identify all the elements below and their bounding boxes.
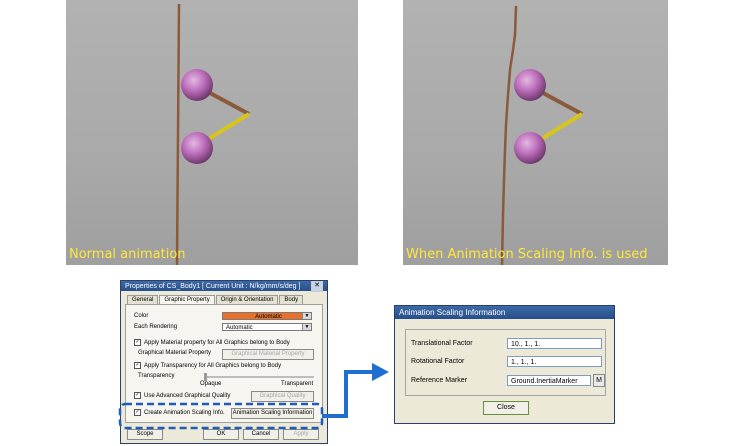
apply-material-row[interactable]: ✓ Apply Material property for All Graphi… bbox=[134, 339, 290, 346]
apply-material-label: Apply Material property for All Graphics… bbox=[144, 339, 290, 346]
apply-transparency-label: Apply Transparency for All Graphics belo… bbox=[144, 362, 282, 369]
create-scaling-checkbox[interactable]: ✓ bbox=[134, 409, 141, 416]
animation-scaling-dialog: Animation Scaling Information Translatio… bbox=[394, 305, 615, 424]
scaling-dialog-title: Animation Scaling Information bbox=[399, 308, 506, 317]
marker-select-button[interactable]: M bbox=[593, 374, 605, 387]
graphical-material-label: Graphical Material Property bbox=[138, 350, 212, 356]
animation-scaling-information-button[interactable]: Animation Scaling Information bbox=[231, 408, 314, 419]
scaled-animation-caption: When Animation Scaling Info. is used bbox=[406, 247, 648, 262]
each-rendering-dropdown[interactable]: Automatic ▼ bbox=[222, 323, 312, 331]
cancel-button[interactable]: Cancel bbox=[243, 429, 279, 440]
close-button[interactable]: Close bbox=[483, 401, 529, 415]
create-scaling-label: Create Animation Scaling Info. bbox=[144, 409, 225, 416]
translational-label: Translational Factor bbox=[411, 340, 473, 347]
chevron-down-icon: ▼ bbox=[302, 313, 311, 319]
graphic-property-panel: Color Automatic ▼ Each Rendering Automat… bbox=[125, 304, 323, 423]
apply-transparency-checkbox[interactable]: ✓ bbox=[134, 362, 141, 369]
connector-arrowhead bbox=[372, 363, 389, 381]
advanced-quality-label: Use Advanced Graphical Quality bbox=[144, 392, 231, 399]
advanced-quality-checkbox[interactable]: ✓ bbox=[134, 392, 141, 399]
rotational-row: Rotational Factor 1., 1., 1. bbox=[411, 356, 602, 367]
tab-graphic-property[interactable]: Graphic Property bbox=[159, 295, 215, 304]
scaling-dialog-titlebar: Animation Scaling Information bbox=[395, 306, 614, 319]
properties-titlebar: Properties of CS_Body1 [ Current Unit : … bbox=[121, 280, 327, 292]
pole bbox=[175, 3, 181, 265]
translational-row: Translational Factor 10., 1., 1. bbox=[411, 338, 602, 349]
slider-thumb[interactable] bbox=[204, 373, 207, 381]
rotational-input[interactable]: 1., 1., 1. bbox=[507, 356, 602, 367]
chevron-down-icon: ▼ bbox=[302, 324, 311, 330]
create-scaling-row[interactable]: ✓ Create Animation Scaling Info. bbox=[134, 409, 225, 416]
translational-input[interactable]: 10., 1., 1. bbox=[507, 338, 602, 349]
scaled-animation-drawing bbox=[500, 5, 584, 265]
lower-sphere bbox=[181, 132, 213, 164]
lower-sphere bbox=[514, 132, 546, 164]
pole-scaled bbox=[500, 5, 518, 265]
each-rendering-label: Each Rendering bbox=[134, 324, 178, 330]
graphical-quality-button[interactable]: Graphical Quality bbox=[251, 391, 314, 402]
properties-tabs: General Graphic Property Origin & Orient… bbox=[127, 295, 304, 304]
graphical-material-button[interactable]: Graphical Material Property bbox=[222, 349, 314, 360]
connector-line bbox=[322, 370, 374, 418]
color-dropdown[interactable]: Automatic ▼ bbox=[222, 312, 312, 320]
normal-animation-viewport: Normal animation bbox=[66, 0, 358, 265]
upper-sphere bbox=[514, 69, 546, 101]
color-label: Color bbox=[134, 313, 149, 319]
scaled-animation-viewport: When Animation Scaling Info. is used bbox=[403, 0, 668, 265]
advanced-quality-row[interactable]: ✓ Use Advanced Graphical Quality bbox=[134, 392, 230, 399]
apply-transparency-row[interactable]: ✓ Apply Transparency for All Graphics be… bbox=[134, 362, 281, 369]
apply-button[interactable]: Apply bbox=[283, 429, 319, 440]
transparency-label: Transparency bbox=[138, 373, 175, 379]
scope-button[interactable]: Scope bbox=[127, 429, 163, 440]
apply-material-checkbox[interactable]: ✓ bbox=[134, 339, 141, 346]
scaling-factors-group: Translational Factor 10., 1., 1. Rotatio… bbox=[405, 329, 606, 396]
each-rendering-value: Automatic bbox=[226, 325, 253, 331]
tab-body[interactable]: Body bbox=[279, 295, 304, 304]
reference-row: Reference Marker Ground.InertiaMarker M bbox=[411, 374, 605, 387]
transparency-slider[interactable] bbox=[204, 373, 314, 381]
normal-animation-caption: Normal animation bbox=[69, 247, 186, 262]
reference-label: Reference Marker bbox=[411, 377, 468, 384]
ok-button[interactable]: OK bbox=[203, 429, 239, 440]
reference-marker-input[interactable]: Ground.InertiaMarker bbox=[507, 375, 591, 386]
close-icon[interactable]: ✕ bbox=[311, 280, 323, 292]
tab-origin-orientation[interactable]: Origin & Orientation bbox=[215, 295, 279, 304]
tab-general[interactable]: General bbox=[127, 295, 159, 304]
properties-window: Properties of CS_Body1 [ Current Unit : … bbox=[120, 280, 328, 444]
transparent-label: Transparent bbox=[281, 381, 314, 387]
color-value: Automatic bbox=[255, 314, 282, 320]
upper-sphere bbox=[181, 69, 213, 101]
opaque-label: Opaque bbox=[200, 381, 222, 387]
properties-title: Properties of CS_Body1 [ Current Unit : … bbox=[125, 282, 301, 290]
normal-animation-drawing bbox=[175, 3, 251, 265]
rotational-label: Rotational Factor bbox=[411, 358, 465, 365]
